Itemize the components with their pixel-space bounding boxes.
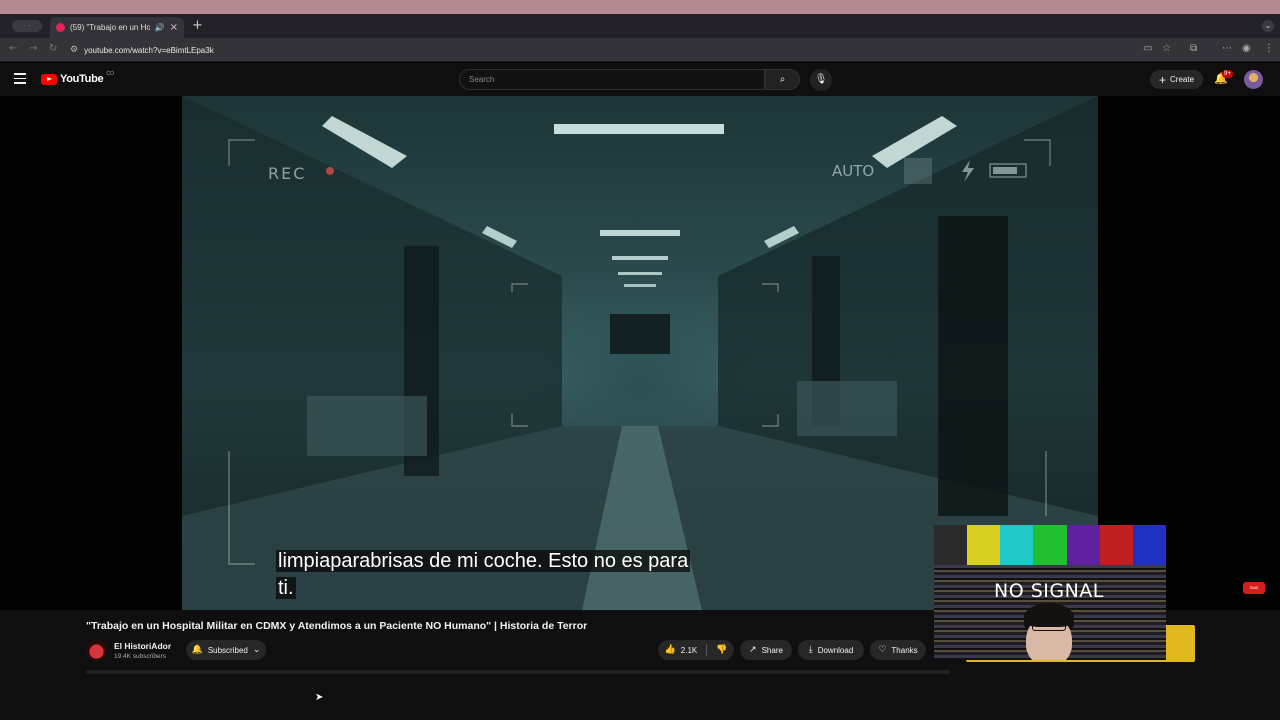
no-signal-text: NO SIGNAL (994, 580, 1104, 602)
like-count[interactable]: 2.1K (681, 646, 697, 655)
youtube-play-icon (41, 73, 57, 85)
channel-name[interactable]: El HistoriAdor (114, 641, 171, 651)
rec-indicator: REC (268, 164, 307, 183)
youtube-wordmark: YouTube (60, 73, 104, 85)
thanks-label: Thanks (891, 645, 918, 655)
streamer-glasses (1032, 623, 1066, 631)
caption-text: limpiaparabrisas de mi coche. Esto no es… (276, 548, 706, 602)
tab-title: (59) "Trabajo en un Hosp (70, 23, 150, 32)
mic-icon[interactable]: 🎙 (810, 69, 832, 91)
description-box-edge (86, 670, 950, 674)
youtube-logo[interactable]: YouTube CO (41, 71, 114, 85)
search-input[interactable]: Search (459, 69, 765, 90)
video-title: "Trabajo en un Hospital Militar en CDMX … (86, 620, 588, 632)
notification-badge: 9+ (1222, 70, 1233, 78)
avatar[interactable] (1244, 70, 1263, 89)
youtube-header: YouTube CO Search ⌕ 🎙 + Create 🔔 9+ (0, 63, 1280, 96)
menu-icon[interactable] (14, 73, 26, 87)
audio-icon[interactable]: 🔊 (155, 23, 165, 32)
color-bars (934, 525, 1166, 565)
macos-menu-bar (0, 0, 1280, 14)
divider (706, 644, 708, 656)
search-placeholder: Search (469, 75, 495, 84)
cast-icon[interactable]: ▭ (1143, 43, 1152, 54)
site-info-icon[interactable]: ⚙ (70, 45, 78, 55)
subscribed-button[interactable]: 🔔 Subscribed ⌄ (186, 640, 266, 660)
extension-icon[interactable]: ⧉ (1190, 43, 1197, 54)
create-button[interactable]: + Create (1150, 70, 1203, 89)
subscriber-count: 19.4K subscribers (114, 653, 167, 660)
create-label: Create (1170, 75, 1195, 84)
download-label: Download (817, 645, 854, 655)
youtube-favicon-icon (56, 23, 65, 32)
rec-dot-icon (326, 167, 334, 175)
country-code: CO (106, 71, 114, 77)
download-icon: ⤓ (808, 645, 813, 655)
channel-avatar[interactable] (86, 640, 107, 661)
auto-indicator: AUTO (832, 162, 875, 180)
chevron-down-icon: ⌄ (252, 645, 261, 655)
webcam-overlay: NO SIGNAL (934, 525, 1166, 660)
tab-group-pill[interactable]: · · (12, 20, 42, 32)
plus-icon: + (1158, 72, 1166, 87)
search-button[interactable]: ⌕ (765, 69, 800, 90)
back-icon[interactable]: ← (9, 43, 17, 54)
like-dislike-group: 👍 2.1K 👎 (658, 640, 734, 660)
chevron-down-icon[interactable]: ⌄ (1262, 20, 1274, 32)
subscribe-watermark-icon[interactable]: SUB (1243, 582, 1265, 594)
plus-icon[interactable]: + (192, 18, 203, 33)
browser-tab-active[interactable]: (59) "Trabajo en un Hosp 🔊 × (50, 17, 184, 38)
address-bar[interactable]: ⚙ youtube.com/watch?v=eBimtLEpa3k (70, 41, 1140, 59)
close-icon[interactable]: × (170, 22, 178, 33)
reload-icon[interactable]: ↻ (49, 43, 57, 54)
bell-icon: 🔔 (191, 645, 203, 655)
thanks-icon: ♡ (878, 645, 887, 655)
browser-tab-strip: · · (59) "Trabajo en un Hosp 🔊 × + ⌄ (0, 14, 1280, 38)
mouse-cursor-icon: ➤ (315, 692, 324, 703)
like-icon[interactable]: 👍 (665, 645, 676, 655)
dislike-icon[interactable]: 👎 (716, 645, 727, 655)
share-label: Share (761, 645, 783, 655)
share-button[interactable]: ↗ Share (740, 640, 792, 660)
download-button[interactable]: ⤓ Download (798, 640, 864, 660)
url-text[interactable]: youtube.com/watch?v=eBimtLEpa3k (84, 46, 214, 55)
profile-icon[interactable]: ◉ (1242, 43, 1251, 54)
search-icon: ⌕ (779, 74, 786, 85)
forward-icon[interactable]: → (29, 43, 37, 54)
browser-toolbar: ← → ↻ ⚙ youtube.com/watch?v=eBimtLEpa3k … (0, 38, 1280, 62)
browser-menu-icon[interactable]: ⋮ (1264, 43, 1274, 54)
thanks-button[interactable]: ♡ Thanks (870, 640, 926, 660)
caption-line: limpiaparabrisas de mi coche. Esto no es… (276, 550, 691, 599)
subscribed-label: Subscribed (207, 645, 248, 655)
extensions-icon[interactable]: ⋯ (1222, 43, 1232, 54)
share-icon: ↗ (749, 645, 757, 655)
bookmark-star-icon[interactable]: ☆ (1162, 43, 1171, 54)
